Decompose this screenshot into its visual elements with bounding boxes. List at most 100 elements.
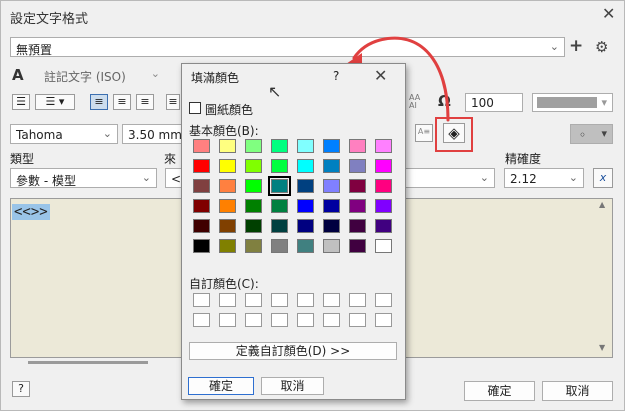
justify-icon[interactable]: ≡: [166, 94, 180, 110]
color-swatch[interactable]: [323, 179, 340, 193]
color-swatch[interactable]: [349, 179, 366, 193]
color-swatch[interactable]: [193, 239, 210, 253]
color-swatch[interactable]: [219, 239, 236, 253]
ok-button[interactable]: 確定: [464, 381, 535, 401]
color-swatch[interactable]: [245, 139, 262, 153]
text-style-icon: A: [12, 66, 24, 84]
custom-color-swatch[interactable]: [323, 293, 340, 307]
font-value: Tahoma: [16, 128, 63, 142]
color-swatch[interactable]: [219, 199, 236, 213]
align-right-icon[interactable]: ≡: [136, 94, 154, 110]
color-swatch[interactable]: [219, 159, 236, 173]
color-swatch[interactable]: [375, 139, 392, 153]
color-swatch[interactable]: [297, 219, 314, 233]
style-combo[interactable]: 無預置 ⌄: [10, 37, 565, 57]
scroll-up-icon[interactable]: ▲: [599, 200, 605, 209]
color-swatch[interactable]: [323, 239, 340, 253]
color-swatch[interactable]: [297, 199, 314, 213]
color-swatch[interactable]: [245, 239, 262, 253]
color-swatch[interactable]: [375, 199, 392, 213]
color-swatch[interactable]: [193, 139, 210, 153]
custom-color-swatch[interactable]: [219, 313, 236, 327]
color-swatch[interactable]: [193, 219, 210, 233]
help-icon[interactable]: ?: [12, 381, 30, 397]
color-swatch[interactable]: [375, 159, 392, 173]
type-combo[interactable]: 參數 - 模型 ⌄: [10, 168, 157, 188]
custom-color-swatch[interactable]: [375, 293, 392, 307]
custom-color-swatch[interactable]: [271, 293, 288, 307]
color-swatch[interactable]: [323, 159, 340, 173]
color-swatch[interactable]: [297, 239, 314, 253]
custom-color-swatch[interactable]: [219, 293, 236, 307]
color-swatch[interactable]: [219, 139, 236, 153]
custom-color-swatch[interactable]: [245, 313, 262, 327]
color-swatch[interactable]: [375, 179, 392, 193]
custom-color-swatch[interactable]: [375, 313, 392, 327]
color-swatch[interactable]: [271, 239, 288, 253]
insert-parameter-icon[interactable]: x: [593, 168, 613, 188]
scroll-down-icon[interactable]: ▼: [599, 343, 605, 352]
chevron-down-icon: ▾: [601, 127, 607, 140]
align-center-icon[interactable]: ≡: [113, 94, 131, 110]
define-custom-colors-button[interactable]: 定義自訂顏色(D) >>: [189, 342, 397, 360]
color-swatch[interactable]: [245, 199, 262, 213]
color-swatch[interactable]: [245, 219, 262, 233]
color-swatch[interactable]: [349, 139, 366, 153]
paper-color-checkbox[interactable]: [189, 102, 201, 114]
custom-color-swatch[interactable]: [193, 313, 210, 327]
color-swatch[interactable]: [271, 199, 288, 213]
custom-color-swatch[interactable]: [271, 313, 288, 327]
custom-color-swatch[interactable]: [245, 293, 262, 307]
close-icon[interactable]: ✕: [602, 4, 615, 23]
align-left-icon[interactable]: ≡: [90, 94, 108, 110]
color-swatch[interactable]: [349, 199, 366, 213]
color-swatch[interactable]: [245, 179, 262, 193]
selected-text[interactable]: <<>>: [12, 204, 50, 220]
cancel-button[interactable]: 取消: [542, 381, 613, 401]
color-swatch[interactable]: [219, 219, 236, 233]
color-swatch[interactable]: [323, 199, 340, 213]
chevron-down-icon: ⌄: [150, 67, 160, 80]
color-swatch[interactable]: [219, 179, 236, 193]
popup-close-icon[interactable]: ✕: [374, 66, 387, 85]
custom-color-swatch[interactable]: [349, 313, 366, 327]
color-swatch[interactable]: [193, 199, 210, 213]
gear-icon[interactable]: ⚙: [595, 38, 608, 56]
font-combo[interactable]: Tahoma ⌄: [10, 124, 118, 144]
color-swatch[interactable]: [375, 239, 392, 253]
color-swatch[interactable]: [268, 176, 291, 196]
small-combo[interactable]: ◦ ▾: [570, 124, 613, 144]
size-combo[interactable]: 3.50 mm: [122, 124, 184, 144]
color-swatch[interactable]: [323, 219, 340, 233]
precision-combo[interactable]: 2.12 ⌄: [504, 168, 584, 188]
color-swatch[interactable]: [375, 219, 392, 233]
custom-color-swatch[interactable]: [297, 313, 314, 327]
color-swatch[interactable]: [245, 159, 262, 173]
text-style-combo[interactable]: 註記文字 (ISO) ⌄: [40, 65, 165, 85]
add-icon[interactable]: +: [569, 36, 583, 56]
custom-color-swatch[interactable]: [297, 293, 314, 307]
color-swatch[interactable]: [297, 179, 314, 193]
bullet-list-icon[interactable]: ☰: [12, 94, 30, 110]
popup-cancel-button[interactable]: 取消: [261, 377, 324, 395]
popup-ok-button[interactable]: 確定: [188, 377, 254, 395]
color-swatch[interactable]: [323, 139, 340, 153]
color-swatch[interactable]: [193, 179, 210, 193]
horizontal-scrollbar[interactable]: [28, 361, 148, 364]
color-swatch[interactable]: [349, 219, 366, 233]
custom-color-swatch[interactable]: [193, 293, 210, 307]
numbered-list-icon[interactable]: ☰ ▾: [35, 94, 75, 110]
color-swatch[interactable]: [349, 159, 366, 173]
type-label: 類型: [10, 152, 35, 166]
color-swatch[interactable]: [297, 159, 314, 173]
popup-help-icon[interactable]: ?: [333, 69, 339, 83]
color-swatch[interactable]: [193, 159, 210, 173]
color-swatch[interactable]: [271, 159, 288, 173]
custom-color-swatch[interactable]: [323, 313, 340, 327]
color-swatch[interactable]: [271, 219, 288, 233]
color-swatch[interactable]: [271, 139, 288, 153]
custom-color-swatch[interactable]: [349, 293, 366, 307]
color-swatch[interactable]: [349, 239, 366, 253]
color-swatch[interactable]: [297, 139, 314, 153]
color-combo[interactable]: ▾: [532, 93, 613, 112]
